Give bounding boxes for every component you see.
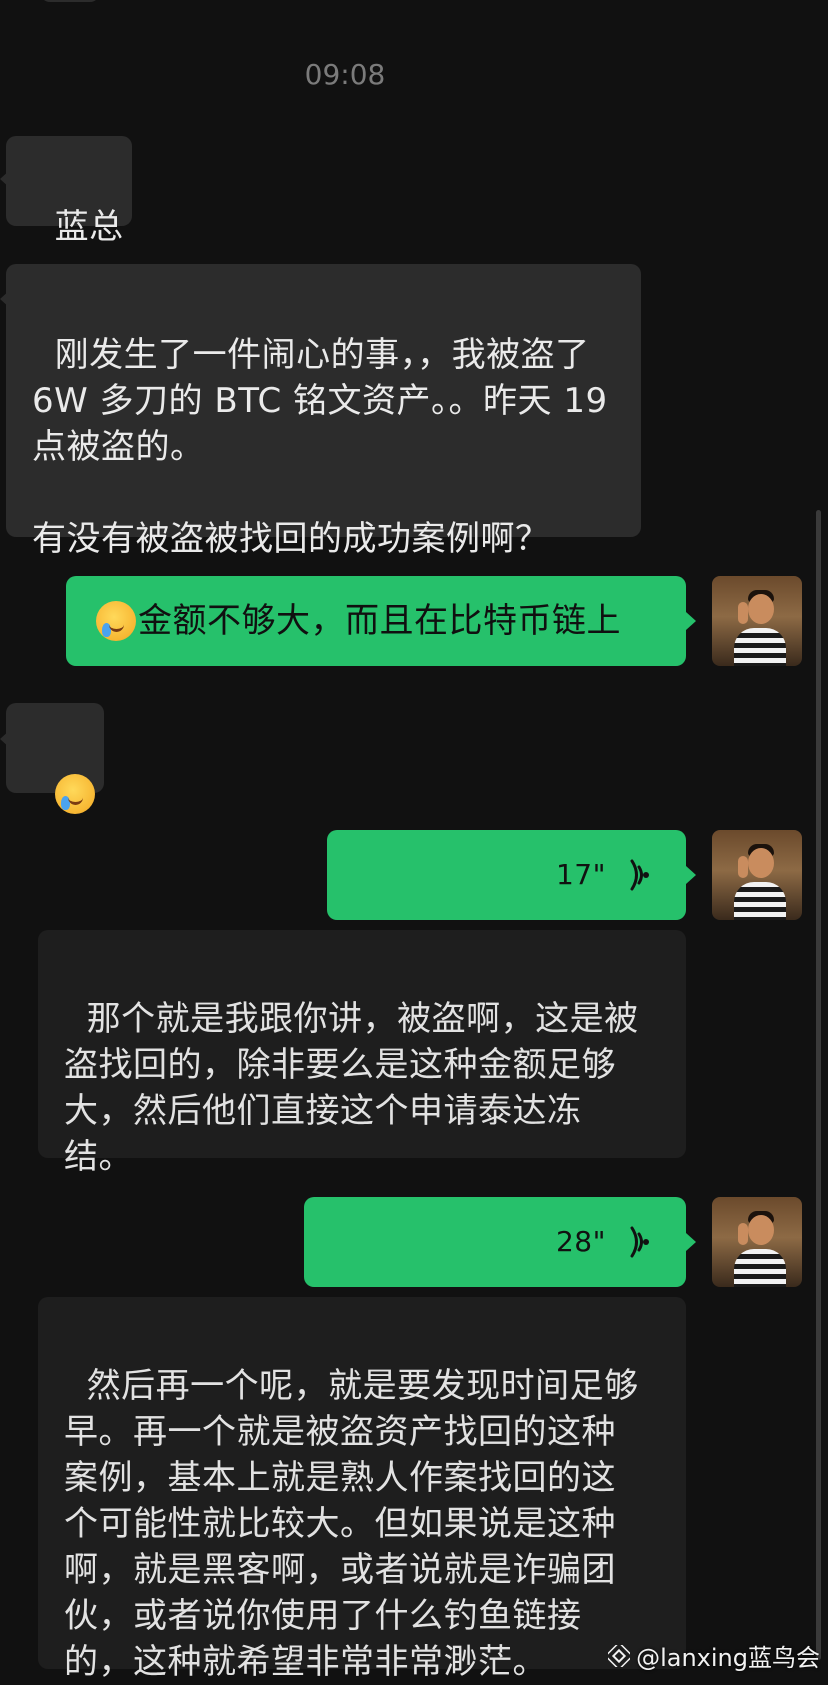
message-bubble-outgoing[interactable]: 金额不够大，而且在比特币链上 xyxy=(66,576,686,666)
message-text: 刚发生了一件闹心的事，，我被盗了 6W 多刀的 BTC 铭文资产。。昨天 19 … xyxy=(32,335,608,559)
message-bubble-incoming[interactable]: 蓝总 xyxy=(6,136,132,247)
crying-laughing-emoji-icon xyxy=(54,774,95,814)
voice-wave-icon xyxy=(630,1226,649,1258)
avatar[interactable] xyxy=(712,830,802,920)
scrollbar[interactable] xyxy=(816,510,821,1660)
voice-transcript: 然后再一个呢，就是要发现时间足够 早。再一个就是被盗资产找回的这种 案例，基本上… xyxy=(38,1297,686,1682)
watermark: @lanxing蓝鸟会 xyxy=(608,1638,820,1673)
voice-duration: 28" xyxy=(555,1225,606,1258)
transcript-text: 然后再一个呢，就是要发现时间足够 早。再一个就是被盗资产找回的这种 案例，基本上… xyxy=(64,1366,639,1682)
voice-wave-icon xyxy=(630,859,649,891)
avatar[interactable] xyxy=(712,1197,802,1287)
crying-laughing-emoji-icon xyxy=(96,601,136,641)
chat-timestamp: 09:08 xyxy=(304,58,386,91)
bubble-tail xyxy=(686,1233,696,1251)
binance-square-logo-icon xyxy=(608,1644,631,1667)
voice-transcript: 那个就是我跟你讲，被盗啊，这是被 盗找回的，除非要么是这种金额足够 大，然后他们… xyxy=(38,930,686,1177)
previous-message-stub xyxy=(40,0,100,2)
bubble-tail xyxy=(686,612,696,630)
voice-duration: 17" xyxy=(555,858,606,891)
message-bubble-incoming[interactable] xyxy=(6,703,104,814)
voice-message-bubble[interactable]: 17" xyxy=(327,830,686,920)
avatar[interactable] xyxy=(712,576,802,666)
voice-message-bubble[interactable]: 28" xyxy=(304,1197,686,1287)
message-text: 金额不够大，而且在比特币链上 xyxy=(138,601,621,641)
watermark-text: @lanxing蓝鸟会 xyxy=(636,1644,820,1672)
transcript-text: 那个就是我跟你讲，被盗啊，这是被 盗找回的，除非要么是这种金额足够 大，然后他们… xyxy=(64,999,639,1177)
message-text: 蓝总 xyxy=(54,207,124,247)
message-bubble-incoming[interactable]: 刚发生了一件闹心的事，，我被盗了 6W 多刀的 BTC 铭文资产。。昨天 19 … xyxy=(6,264,641,559)
bubble-tail xyxy=(686,866,696,884)
